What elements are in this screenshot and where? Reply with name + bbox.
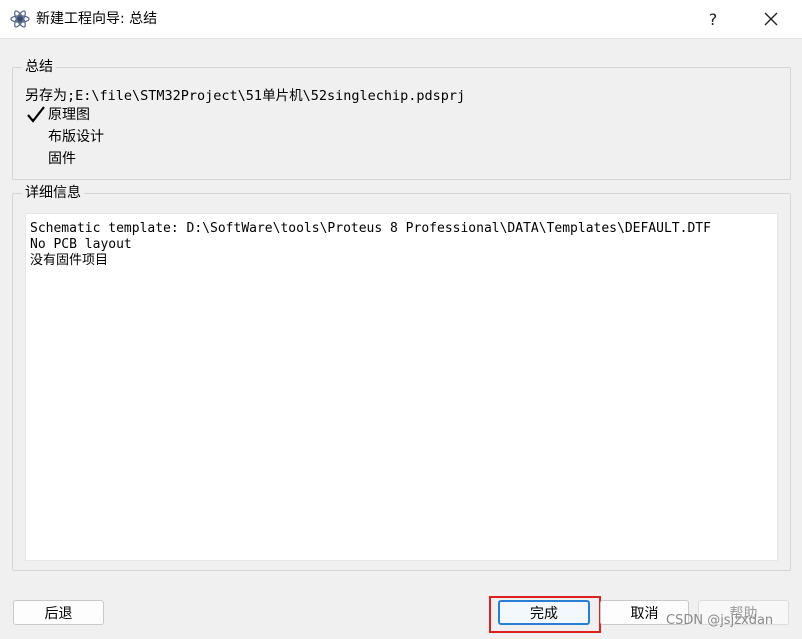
back-button[interactable]: 后退: [13, 600, 104, 625]
save-path-prefix: 另存为: [25, 88, 67, 104]
help-button[interactable]: ?: [690, 0, 736, 38]
details-textbox[interactable]: Schematic template: D:\SoftWare\tools\Pr…: [25, 213, 778, 561]
finish-button[interactable]: 完成: [498, 600, 590, 625]
close-button[interactable]: [748, 0, 794, 38]
proteus-app-icon: [10, 10, 30, 28]
summary-group: [12, 67, 791, 180]
save-path: 另存为;E:\file\STM32Project\51单片机\52singlec…: [25, 86, 465, 106]
option-label-pcb: 布版设计: [48, 129, 104, 145]
window-title: 新建工程向导: 总结: [36, 11, 158, 27]
details-line-pcb: No PCB layout: [30, 237, 132, 252]
checkmark-icon: [27, 106, 45, 123]
details-legend: 详细信息: [22, 184, 84, 202]
save-path-value: ;E:\file\STM32Project\51单片机\52singlechip…: [67, 88, 466, 104]
watermark: CSDN @jsjzxdan: [666, 613, 774, 628]
summary-legend: 总结: [22, 58, 56, 76]
title-bar: 新建工程向导: 总结 ?: [0, 0, 802, 39]
close-icon: [764, 12, 778, 26]
details-line-template: Schematic template: D:\SoftWare\tools\Pr…: [30, 221, 711, 236]
option-label-firmware: 固件: [48, 151, 76, 167]
details-line-firmware: 没有固件项目: [30, 253, 109, 268]
option-label-schematic: 原理图: [48, 107, 90, 123]
option-schematic: [25, 104, 47, 126]
